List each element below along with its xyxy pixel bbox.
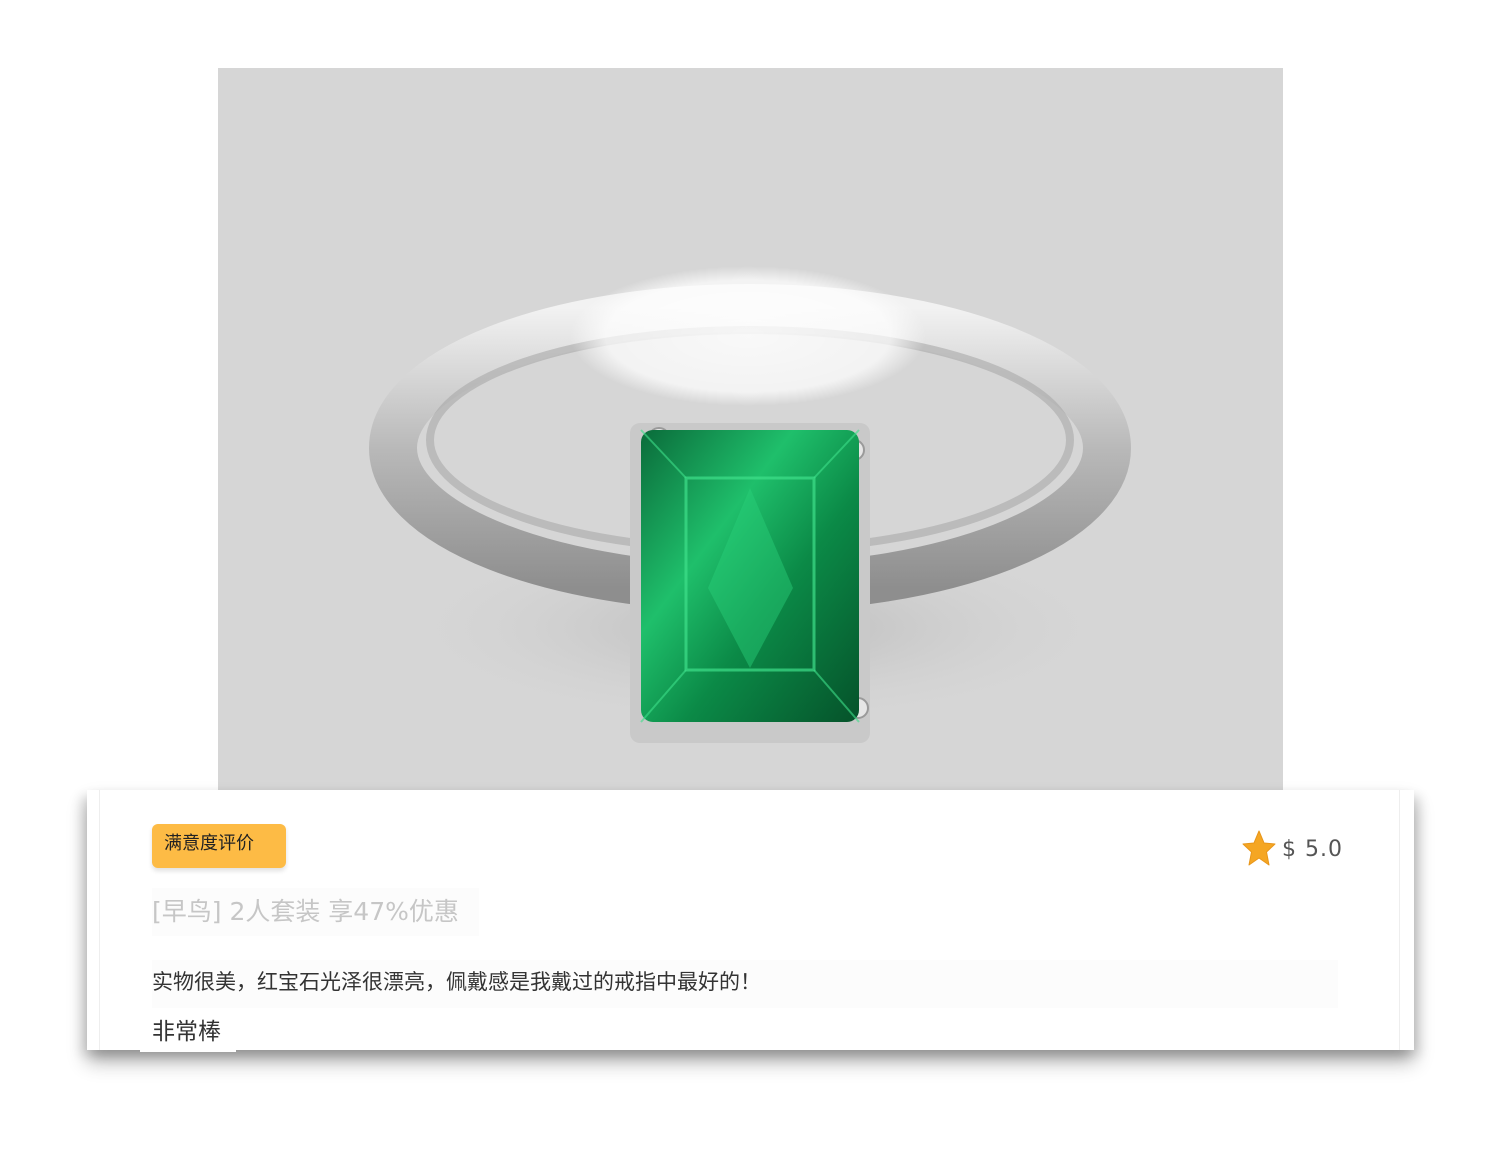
review-page: 满意度评价 $ 5.0 [早鸟] 2人套装 享47%优惠 实物很美，红宝石光泽很… bbox=[0, 0, 1500, 1159]
price-label: $ 5.0 bbox=[1282, 836, 1343, 862]
star-icon bbox=[1242, 830, 1276, 866]
review-card-body: 满意度评价 $ 5.0 [早鸟] 2人套装 享47%优惠 实物很美，红宝石光泽很… bbox=[99, 790, 1400, 1052]
satisfaction-badge: 满意度评价 bbox=[152, 824, 286, 868]
review-card: 满意度评价 $ 5.0 [早鸟] 2人套装 享47%优惠 实物很美，红宝石光泽很… bbox=[87, 790, 1414, 1052]
review-summary: 非常棒 bbox=[140, 1012, 236, 1052]
rating-price: $ 5.0 bbox=[1242, 824, 1343, 874]
ring-illustration bbox=[369, 266, 1131, 743]
product-photo bbox=[218, 68, 1283, 790]
promo-text: [早鸟] 2人套装 享47%优惠 bbox=[152, 888, 479, 936]
review-text: 实物很美，红宝石光泽很漂亮，佩戴感是我戴过的戒指中最好的！ bbox=[152, 960, 1338, 1008]
